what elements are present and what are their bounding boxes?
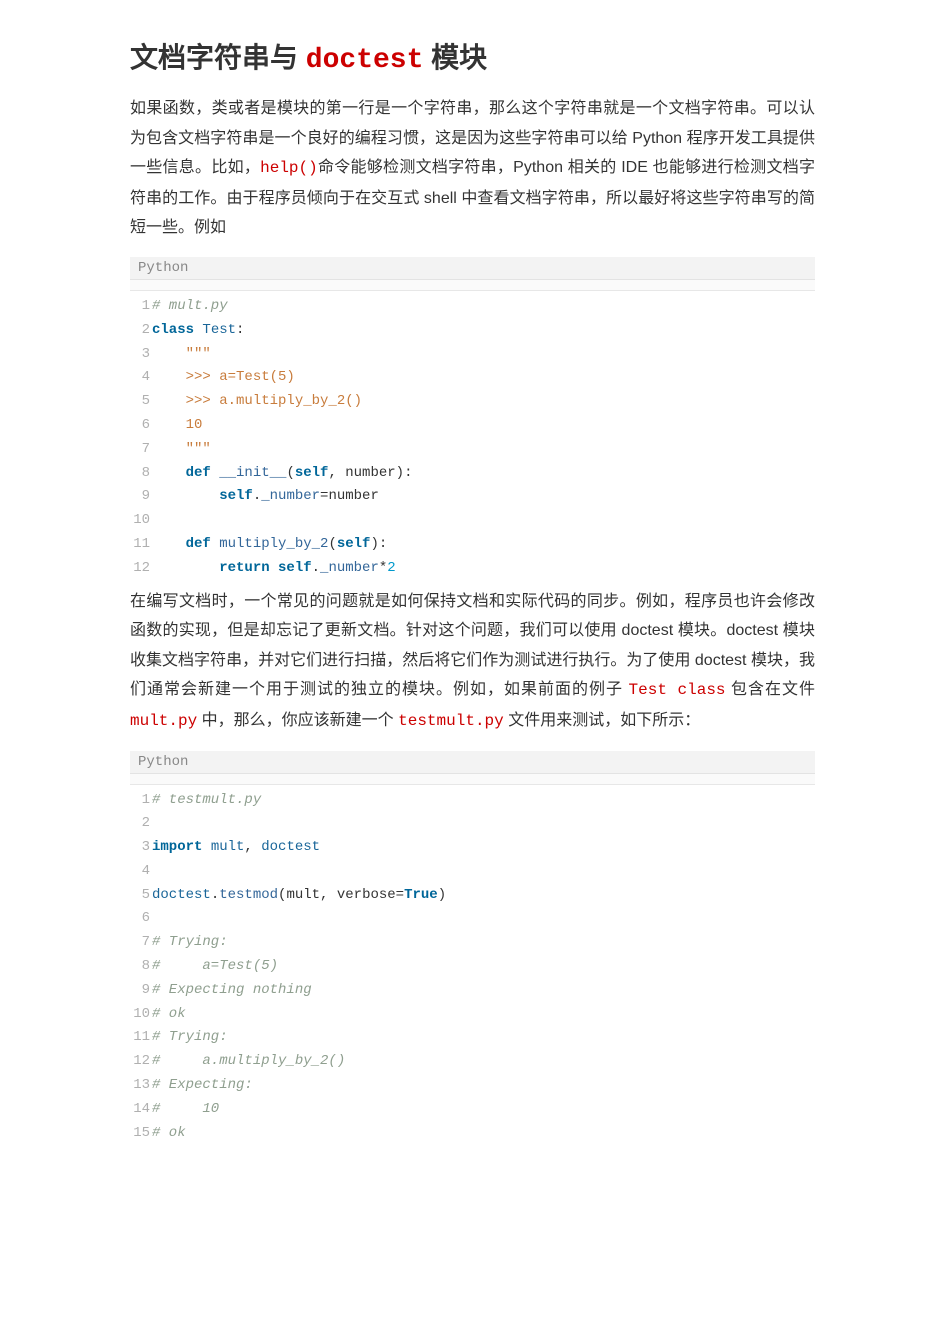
intro-paragraph: 如果函数，类或者是模块的第一行是一个字符串，那么这个字符串就是一个文档字符串。可… xyxy=(130,94,815,243)
code-line: 11# Trying: xyxy=(130,1026,815,1050)
line-number: 8 xyxy=(130,462,152,486)
line-number: 5 xyxy=(130,390,152,414)
line-number: 9 xyxy=(130,979,152,1003)
mid-text-c: 中，那么，你应该新建一个 xyxy=(197,712,398,729)
line-content: # Trying: xyxy=(152,1026,815,1050)
line-number: 2 xyxy=(130,812,152,836)
line-content: """ xyxy=(152,343,815,367)
line-number: 14 xyxy=(130,1098,152,1122)
line-content: def __init__(self, number): xyxy=(152,462,815,486)
code-body: 1# testmult.py23import mult, doctest45do… xyxy=(130,785,815,1150)
line-content: # 10 xyxy=(152,1098,815,1122)
line-number: 7 xyxy=(130,438,152,462)
line-number: 10 xyxy=(130,1003,152,1027)
line-content: >>> a=Test(5) xyxy=(152,366,815,390)
line-content: # Expecting: xyxy=(152,1074,815,1098)
code-line: 4 xyxy=(130,860,815,884)
line-content: # Expecting nothing xyxy=(152,979,815,1003)
line-number: 12 xyxy=(130,557,152,581)
code-line: 5 >>> a.multiply_by_2() xyxy=(130,390,815,414)
line-number: 11 xyxy=(130,1026,152,1050)
line-number: 2 xyxy=(130,319,152,343)
line-content: # a.multiply_by_2() xyxy=(152,1050,815,1074)
line-number: 6 xyxy=(130,907,152,931)
code-line: 2class Test: xyxy=(130,319,815,343)
code-line: 7# Trying: xyxy=(130,931,815,955)
code-line: 5doctest.testmod(mult, verbose=True) xyxy=(130,884,815,908)
line-number: 1 xyxy=(130,295,152,319)
code-line: 6 10 xyxy=(130,414,815,438)
code-line: 12 return self._number*2 xyxy=(130,557,815,581)
test-class-code: Test class xyxy=(629,681,726,699)
line-content: # ok xyxy=(152,1003,815,1027)
code-line: 6 xyxy=(130,907,815,931)
code-separator xyxy=(130,774,815,785)
line-content: class Test: xyxy=(152,319,815,343)
code-line: 15# ok xyxy=(130,1122,815,1146)
code-line: 3 """ xyxy=(130,343,815,367)
line-number: 15 xyxy=(130,1122,152,1146)
title-pre: 文档字符串与 xyxy=(130,42,306,73)
mid-text-d: 文件用来测试，如下所示： xyxy=(504,712,700,729)
code-block-2: Python 1# testmult.py23import mult, doct… xyxy=(130,751,815,1150)
line-content: >>> a.multiply_by_2() xyxy=(152,390,815,414)
code-line: 10# ok xyxy=(130,1003,815,1027)
line-number: 8 xyxy=(130,955,152,979)
code-line: 4 >>> a=Test(5) xyxy=(130,366,815,390)
line-number: 12 xyxy=(130,1050,152,1074)
code-language-label: Python xyxy=(130,751,815,774)
code-line: 12# a.multiply_by_2() xyxy=(130,1050,815,1074)
line-content: 10 xyxy=(152,414,815,438)
code-line: 13# Expecting: xyxy=(130,1074,815,1098)
line-content: return self._number*2 xyxy=(152,557,815,581)
code-line: 7 """ xyxy=(130,438,815,462)
testmult-py-code: testmult.py xyxy=(398,712,504,730)
line-content: # testmult.py xyxy=(152,789,815,813)
code-body: 1# mult.py2class Test:3 """4 >>> a=Test(… xyxy=(130,291,815,585)
mult-py-code: mult.py xyxy=(130,712,197,730)
code-separator xyxy=(130,280,815,291)
line-number: 4 xyxy=(130,860,152,884)
code-line: 1# testmult.py xyxy=(130,789,815,813)
line-content: # Trying: xyxy=(152,931,815,955)
code-line: 11 def multiply_by_2(self): xyxy=(130,533,815,557)
line-content: # ok xyxy=(152,1122,815,1146)
code-language-label: Python xyxy=(130,257,815,280)
page-title: 文档字符串与 doctest 模块 xyxy=(130,36,815,76)
line-number: 3 xyxy=(130,343,152,367)
code-line: 2 xyxy=(130,812,815,836)
line-number: 5 xyxy=(130,884,152,908)
line-number: 1 xyxy=(130,789,152,813)
code-line: 9# Expecting nothing xyxy=(130,979,815,1003)
code-line: 8 def __init__(self, number): xyxy=(130,462,815,486)
line-number: 4 xyxy=(130,366,152,390)
code-line: 9 self._number=number xyxy=(130,485,815,509)
code-line: 10 xyxy=(130,509,815,533)
line-number: 13 xyxy=(130,1074,152,1098)
line-content: def multiply_by_2(self): xyxy=(152,533,815,557)
line-content: # a=Test(5) xyxy=(152,955,815,979)
code-block-1: Python 1# mult.py2class Test:3 """4 >>> … xyxy=(130,257,815,585)
title-post: 模块 xyxy=(423,42,487,73)
line-content: import mult, doctest xyxy=(152,836,815,860)
code-line: 14# 10 xyxy=(130,1098,815,1122)
line-number: 6 xyxy=(130,414,152,438)
line-content: self._number=number xyxy=(152,485,815,509)
document-page: 文档字符串与 doctest 模块 如果函数，类或者是模块的第一行是一个字符串，… xyxy=(0,0,945,1337)
code-line: 8# a=Test(5) xyxy=(130,955,815,979)
mid-text-b: 包含在文件 xyxy=(726,681,815,698)
code-line: 1# mult.py xyxy=(130,295,815,319)
line-number: 10 xyxy=(130,509,152,533)
line-number: 9 xyxy=(130,485,152,509)
line-content: doctest.testmod(mult, verbose=True) xyxy=(152,884,815,908)
code-line: 3import mult, doctest xyxy=(130,836,815,860)
line-number: 3 xyxy=(130,836,152,860)
title-code: doctest xyxy=(306,45,424,76)
mid-paragraph: 在编写文档时，一个常见的问题就是如何保持文档和实际代码的同步。例如，程序员也许会… xyxy=(130,587,815,737)
line-number: 11 xyxy=(130,533,152,557)
help-code: help() xyxy=(260,159,318,177)
line-content: # mult.py xyxy=(152,295,815,319)
line-content: """ xyxy=(152,438,815,462)
line-number: 7 xyxy=(130,931,152,955)
